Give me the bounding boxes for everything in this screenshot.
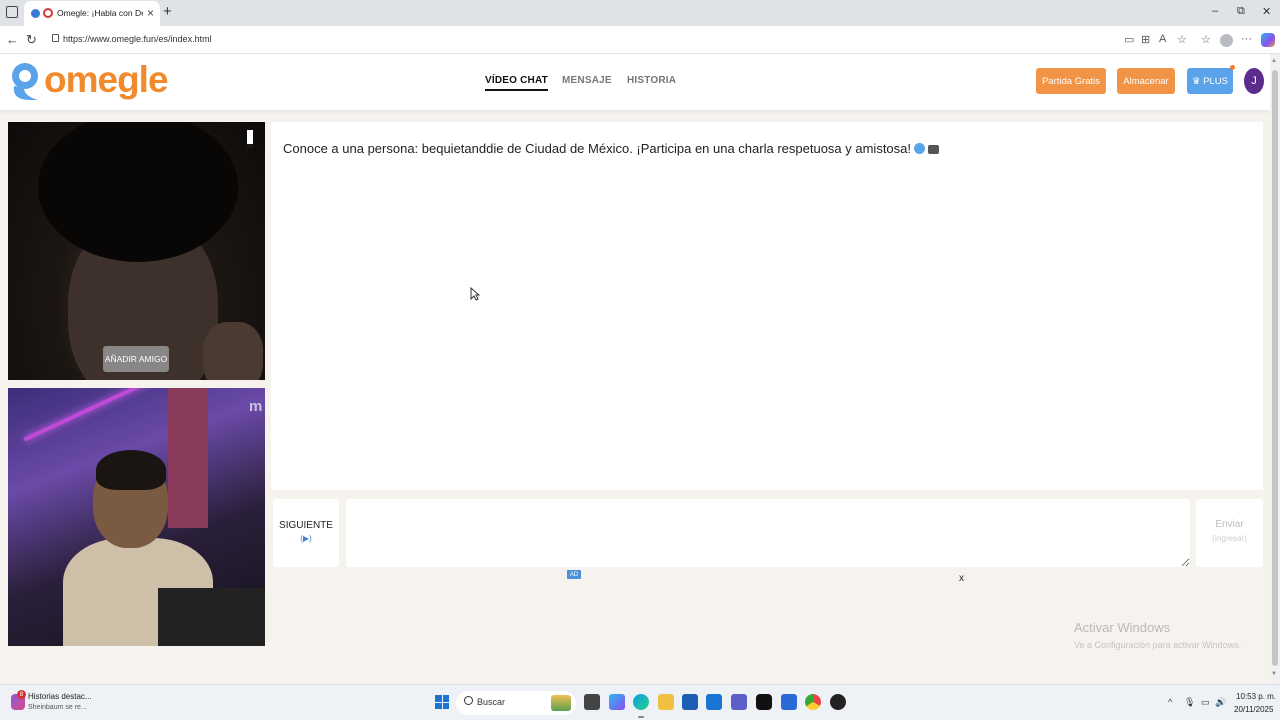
add-friend-button[interactable]: AÑADIR AMIGO	[103, 346, 169, 372]
microphone-icon[interactable]: 🎙	[1184, 697, 1195, 708]
system-message: Conoce a una persona: bequietanddie de C…	[283, 141, 940, 156]
news-badge: 8	[17, 690, 26, 699]
camera-icon	[928, 145, 940, 154]
ad-badge[interactable]: AD	[567, 570, 581, 579]
minimize-button[interactable]: –	[1212, 5, 1218, 17]
browser-tab-bar: Omegle: ¡Habla con Descono × + – ⧉ ✕	[0, 0, 1280, 26]
next-button-label: SIGUIENTE	[279, 520, 333, 531]
task-view-icon[interactable]	[584, 694, 600, 710]
tiktok-icon[interactable]	[756, 694, 772, 710]
news-title[interactable]: Historias destac...	[28, 692, 92, 701]
app-icon-dark[interactable]	[830, 694, 846, 710]
url-text[interactable]: https://www.omegle.fun/es/index.html	[63, 34, 212, 44]
message-input[interactable]	[346, 499, 1190, 567]
read-aloud-icon[interactable]: A	[1159, 33, 1166, 45]
logo-text[interactable]: omegle	[44, 59, 169, 101]
back-icon[interactable]: ←	[6, 32, 19, 47]
more-menu-icon[interactable]: ···	[1241, 33, 1252, 45]
apps-grid-icon[interactable]: ⊞	[1141, 33, 1150, 46]
system-message-text: Conoce a una persona: bequietanddie de C…	[283, 141, 912, 156]
edge-active-indicator	[638, 716, 644, 718]
search-highlight-icon	[551, 695, 571, 711]
ad-close-button[interactable]: x	[959, 573, 964, 584]
free-game-button[interactable]: Partida Gratis	[1036, 68, 1106, 94]
notification-dot	[1230, 65, 1235, 70]
favorite-star-icon[interactable]: ☆	[1177, 33, 1187, 46]
plus-button[interactable]: ♛ PLUS	[1187, 68, 1233, 94]
workspace-icon	[31, 9, 40, 18]
news-subtitle[interactable]: Sheinbaum se re...	[28, 704, 87, 711]
new-tab-button[interactable]: +	[163, 3, 172, 20]
tab-title: Omegle: ¡Habla con Descono	[57, 8, 143, 18]
volume-icon[interactable]: 🔊	[1215, 697, 1226, 708]
nav-history[interactable]: HISTORIA	[627, 75, 676, 86]
windows-activation-subtitle: Ve a Configuración para activar Windows.	[1074, 640, 1242, 650]
search-icon	[464, 696, 473, 705]
app-icon[interactable]	[781, 694, 797, 710]
network-icon[interactable]: ▭	[1201, 697, 1210, 708]
omegle-logo-icon[interactable]	[8, 60, 42, 102]
edge-icon[interactable]	[633, 694, 649, 710]
next-button-hint: (▶)	[300, 534, 312, 543]
windows-start-icon[interactable]	[435, 695, 449, 709]
store-button[interactable]: Almacenar	[1117, 68, 1175, 94]
copilot-icon[interactable]	[1261, 33, 1275, 47]
nav-video-chat[interactable]: VÍDEO CHAT	[485, 75, 548, 91]
globe-icon	[914, 143, 926, 154]
restore-button[interactable]: ⧉	[1237, 5, 1245, 18]
chat-log: Conoce a una persona: bequietanddie de C…	[271, 122, 1263, 490]
site-favicon-icon	[43, 8, 53, 18]
user-avatar[interactable]: J	[1244, 68, 1264, 94]
browser-profile-icon[interactable]	[1220, 34, 1233, 47]
windows-activation-title: Activar Windows	[1074, 620, 1171, 635]
clock-date[interactable]: 20/11/2025	[1234, 705, 1273, 714]
screen-cast-icon[interactable]: ▭	[1124, 33, 1134, 46]
browser-tab[interactable]: Omegle: ¡Habla con Descono ×	[24, 1, 160, 26]
copilot-app-icon[interactable]	[609, 694, 625, 710]
windows-taskbar: 8 Historias destac... Sheinbaum se re...…	[0, 684, 1280, 720]
site-header: omegle VÍDEO CHAT MENSAJE HISTORIA Parti…	[0, 54, 1270, 110]
lock-icon[interactable]	[52, 34, 59, 42]
chrome-icon[interactable]	[805, 694, 821, 710]
clock-time[interactable]: 10:53 p. m.	[1236, 692, 1276, 701]
mouse-cursor-icon	[470, 287, 480, 301]
scroll-down-icon[interactable]: ▼	[1271, 671, 1277, 677]
outlook-icon[interactable]	[706, 694, 722, 710]
self-camera-mark: m	[249, 398, 263, 415]
stranger-video	[8, 122, 265, 380]
scrollbar-thumb[interactable]	[1272, 70, 1278, 666]
send-button-hint: (Ingresar)	[1212, 534, 1247, 543]
tray-overflow-icon[interactable]: ^	[1168, 697, 1172, 707]
reload-icon[interactable]: ↻	[26, 32, 37, 48]
tab-actions-icon[interactable]	[6, 6, 18, 18]
self-video	[8, 388, 265, 646]
address-bar-row: ← ↻ https://www.omegle.fun/es/index.html…	[0, 26, 1280, 54]
report-flag-icon[interactable]	[247, 130, 253, 148]
close-window-button[interactable]: ✕	[1262, 5, 1271, 18]
scroll-up-icon[interactable]: ▲	[1271, 58, 1277, 64]
send-button-label: Enviar	[1215, 519, 1244, 530]
send-button[interactable]: Enviar (Ingresar)	[1196, 499, 1263, 567]
taskbar-search[interactable]: Buscar	[456, 691, 576, 715]
store-app-icon[interactable]	[682, 694, 698, 710]
tab-close-icon[interactable]: ×	[147, 6, 154, 20]
teams-icon[interactable]	[731, 694, 747, 710]
next-button[interactable]: SIGUIENTE (▶)	[273, 499, 339, 567]
taskbar-search-placeholder: Buscar	[477, 697, 506, 707]
favorites-icon[interactable]: ☆	[1201, 33, 1211, 46]
address-bar[interactable]: https://www.omegle.fun/es/index.html	[46, 29, 1196, 51]
nav-message[interactable]: MENSAJE	[562, 75, 612, 86]
file-explorer-icon[interactable]	[658, 694, 674, 710]
